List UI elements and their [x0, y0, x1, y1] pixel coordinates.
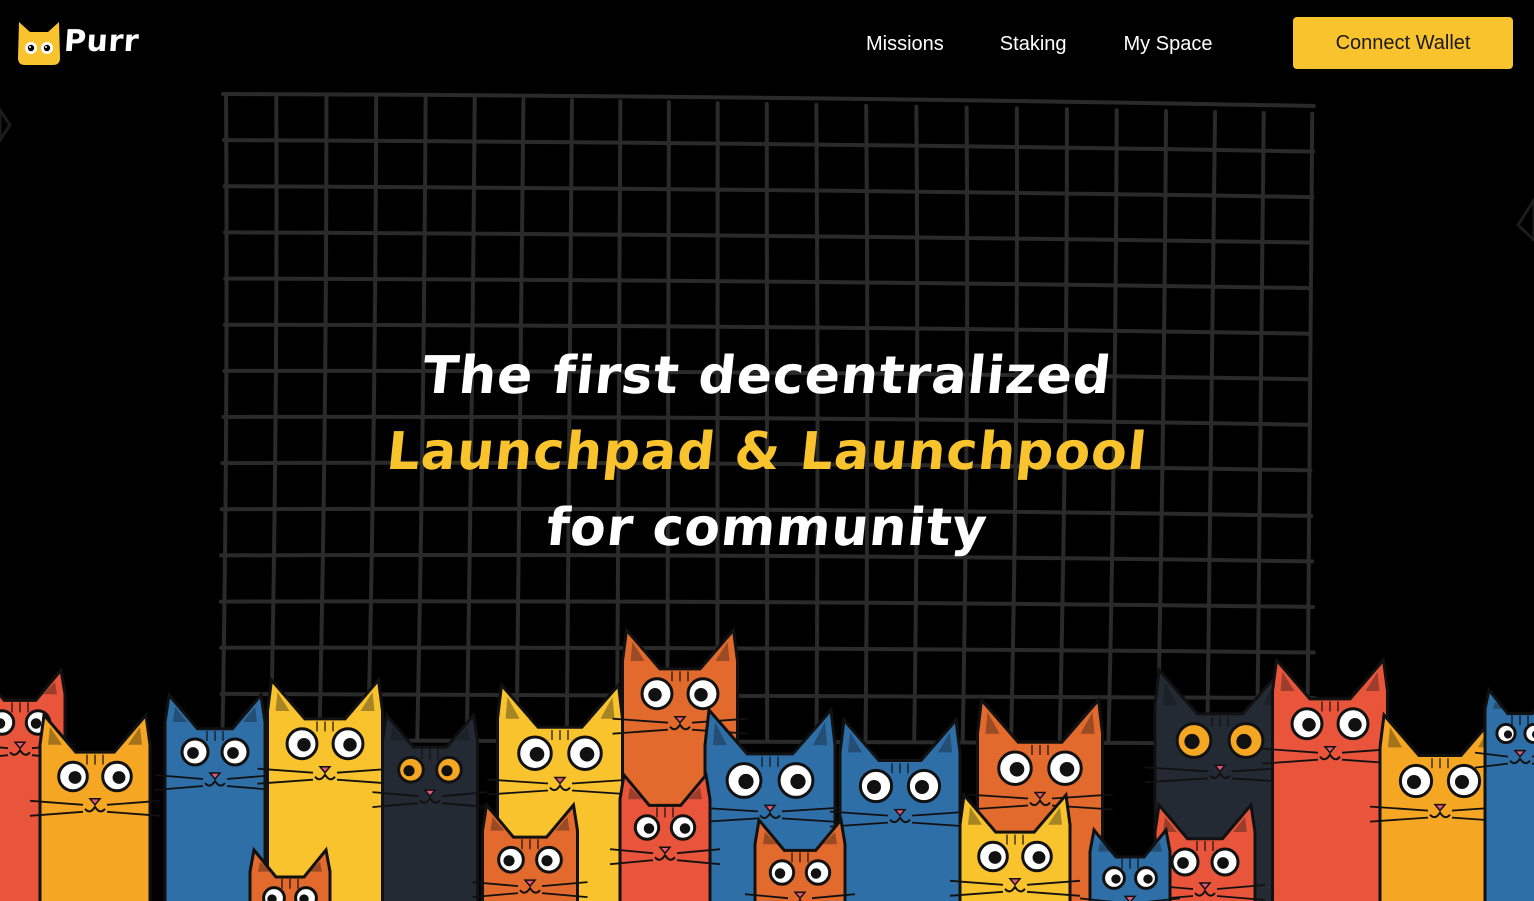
brand-logo[interactable]: Purr — [16, 18, 141, 66]
cat-figure — [1474, 686, 1534, 901]
nav-staking[interactable]: Staking — [1000, 30, 1067, 58]
cat-figure — [29, 711, 161, 901]
nav-my-space[interactable]: My Space — [1124, 30, 1213, 58]
nav-links: Missions Staking My Space — [866, 30, 1212, 58]
cat-figure — [1079, 826, 1181, 901]
connect-wallet-button[interactable]: Connect Wallet — [1293, 17, 1513, 69]
cat-figure — [829, 716, 971, 901]
hero-line-2: Launchpad & Launchpool — [383, 422, 1151, 482]
cat-figure — [1262, 656, 1398, 901]
cat-figure — [372, 711, 488, 901]
hero-line-3: for community — [543, 498, 991, 558]
landing-page: Purr Missions Staking My Space Connect W… — [0, 0, 1534, 901]
nav-missions[interactable]: Missions — [866, 30, 944, 58]
hero-line-1: The first decentralized — [419, 346, 1115, 406]
cat-face-icon — [18, 22, 60, 65]
top-navbar: Purr Missions Staking My Space Connect W… — [0, 0, 1534, 88]
hero-heading: The first decentralized Launchpad & Laun… — [0, 338, 1534, 566]
cats-illustration — [0, 626, 1534, 901]
brand-name: Purr — [62, 24, 141, 59]
